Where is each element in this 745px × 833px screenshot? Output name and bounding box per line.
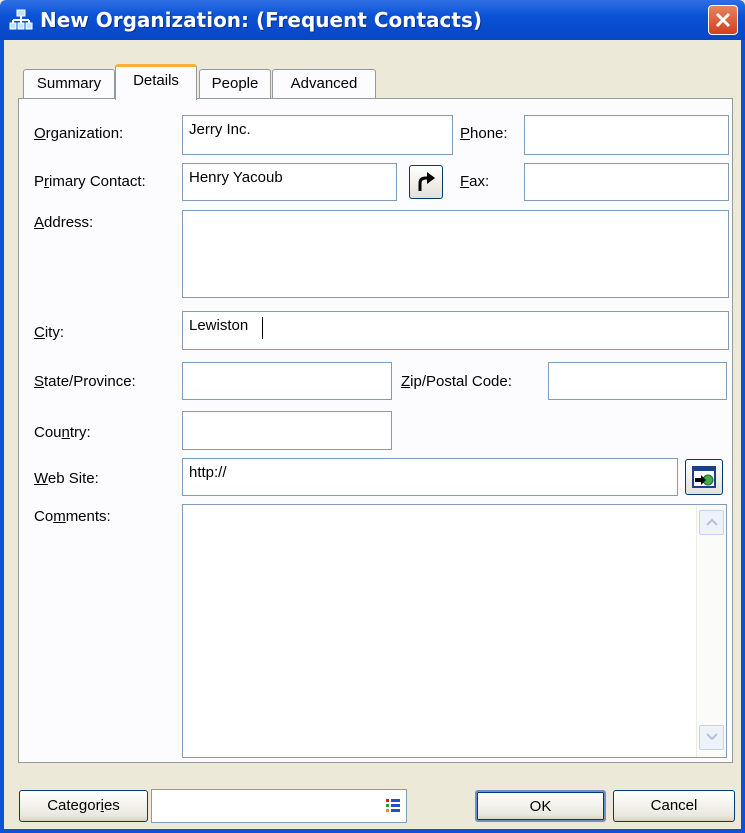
website-label: Web Site:: [34, 470, 99, 487]
state-label: State/Province:: [34, 373, 136, 390]
city-label: City:: [34, 324, 65, 341]
address-field[interactable]: [182, 210, 729, 298]
comments-scrollbar[interactable]: [696, 506, 726, 757]
browse-web-icon: [692, 466, 716, 488]
country-label: Country:: [34, 424, 91, 441]
scroll-up-button[interactable]: [699, 510, 724, 535]
scroll-down-button[interactable]: [699, 725, 724, 750]
organization-label: Organization:: [34, 125, 124, 142]
chevron-up-icon: [706, 518, 718, 526]
contact-go-button[interactable]: [409, 165, 443, 199]
curved-arrow-icon: [418, 172, 435, 191]
phone-field[interactable]: [524, 115, 729, 155]
tab-people[interactable]: People: [199, 69, 271, 98]
zip-field[interactable]: [548, 362, 727, 400]
fax-label: Fax:: [460, 173, 490, 190]
primary-contact-field[interactable]: Henry Yacoub: [182, 163, 397, 201]
categories-field[interactable]: [151, 789, 407, 823]
window-frame-left: [0, 40, 4, 833]
window-frame-bottom: [0, 829, 745, 833]
close-icon: [715, 12, 731, 28]
primary-contact-label: Primary Contact:: [34, 173, 146, 190]
fax-field[interactable]: [524, 163, 729, 201]
organization-field[interactable]: Jerry Inc.: [182, 115, 453, 155]
zip-label: Zip/Postal Code:: [401, 373, 512, 390]
website-field[interactable]: http://: [182, 458, 678, 496]
country-field[interactable]: [182, 411, 392, 450]
tab-advanced[interactable]: Advanced: [272, 69, 376, 98]
city-field[interactable]: Lewiston: [182, 311, 729, 350]
list-icon[interactable]: [386, 798, 400, 812]
tab-summary[interactable]: Summary: [23, 69, 115, 98]
phone-label: Phone:: [460, 125, 508, 142]
tab-details[interactable]: Details: [115, 64, 197, 100]
address-label: Address:: [34, 214, 94, 231]
browse-website-button[interactable]: [685, 459, 723, 495]
categories-button[interactable]: Categories: [19, 790, 148, 822]
text-caret: [262, 317, 263, 339]
state-field[interactable]: [182, 362, 392, 400]
window-frame-right: [741, 40, 745, 833]
comments-label: Comments:: [34, 508, 111, 525]
organization-icon: [9, 9, 33, 30]
chevron-down-icon: [706, 733, 718, 741]
close-button[interactable]: [708, 5, 738, 35]
cancel-button[interactable]: Cancel: [613, 790, 735, 822]
comments-field[interactable]: [182, 504, 727, 758]
window-title: New Organization: (Frequent Contacts): [40, 8, 483, 32]
ok-button[interactable]: OK: [475, 790, 606, 822]
